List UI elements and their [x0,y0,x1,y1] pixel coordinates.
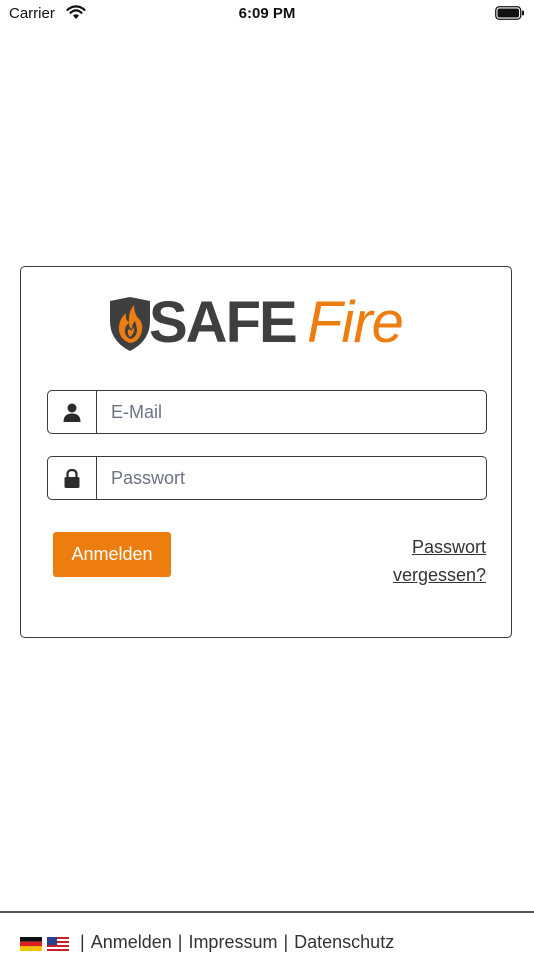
forgot-password-link[interactable]: Passwort vergessen? [366,533,486,589]
battery-icon [495,6,525,25]
german-flag-icon[interactable] [20,935,42,951]
footer-divider [0,911,534,913]
us-flag-icon[interactable] [47,935,69,951]
footer-link-imprint[interactable]: Impressum [188,932,277,953]
shield-flame-icon [107,293,153,358]
logo-text-fire: Fire [307,290,404,355]
footer-separator: | [283,931,289,952]
footer-link-login[interactable]: Anmelden [91,932,172,953]
footer-separator: | [177,931,183,952]
login-button[interactable]: Anmelden [53,532,171,577]
forgot-password-line2: vergessen? [392,565,486,585]
password-input-group [47,456,487,500]
user-icon [48,391,97,433]
lock-icon [48,457,97,499]
password-input[interactable] [97,457,483,499]
footer-separator: | [80,931,85,952]
email-input[interactable] [97,391,483,433]
status-bar: Carrier 6:09 PM [0,0,534,28]
safefire-logo: SAFE Fire [107,291,437,355]
forgot-password-line1: Passwort [411,537,486,557]
login-card: SAFE Fire Anmelden Passwort vergessen? [20,266,512,638]
footer: | Anmelden | Impressum | Datenschutz [20,930,394,954]
logo-text-safe: SAFE [149,290,298,355]
footer-link-privacy[interactable]: Datenschutz [294,932,394,953]
email-input-group [47,390,487,434]
clock: 6:09 PM [238,5,296,22]
